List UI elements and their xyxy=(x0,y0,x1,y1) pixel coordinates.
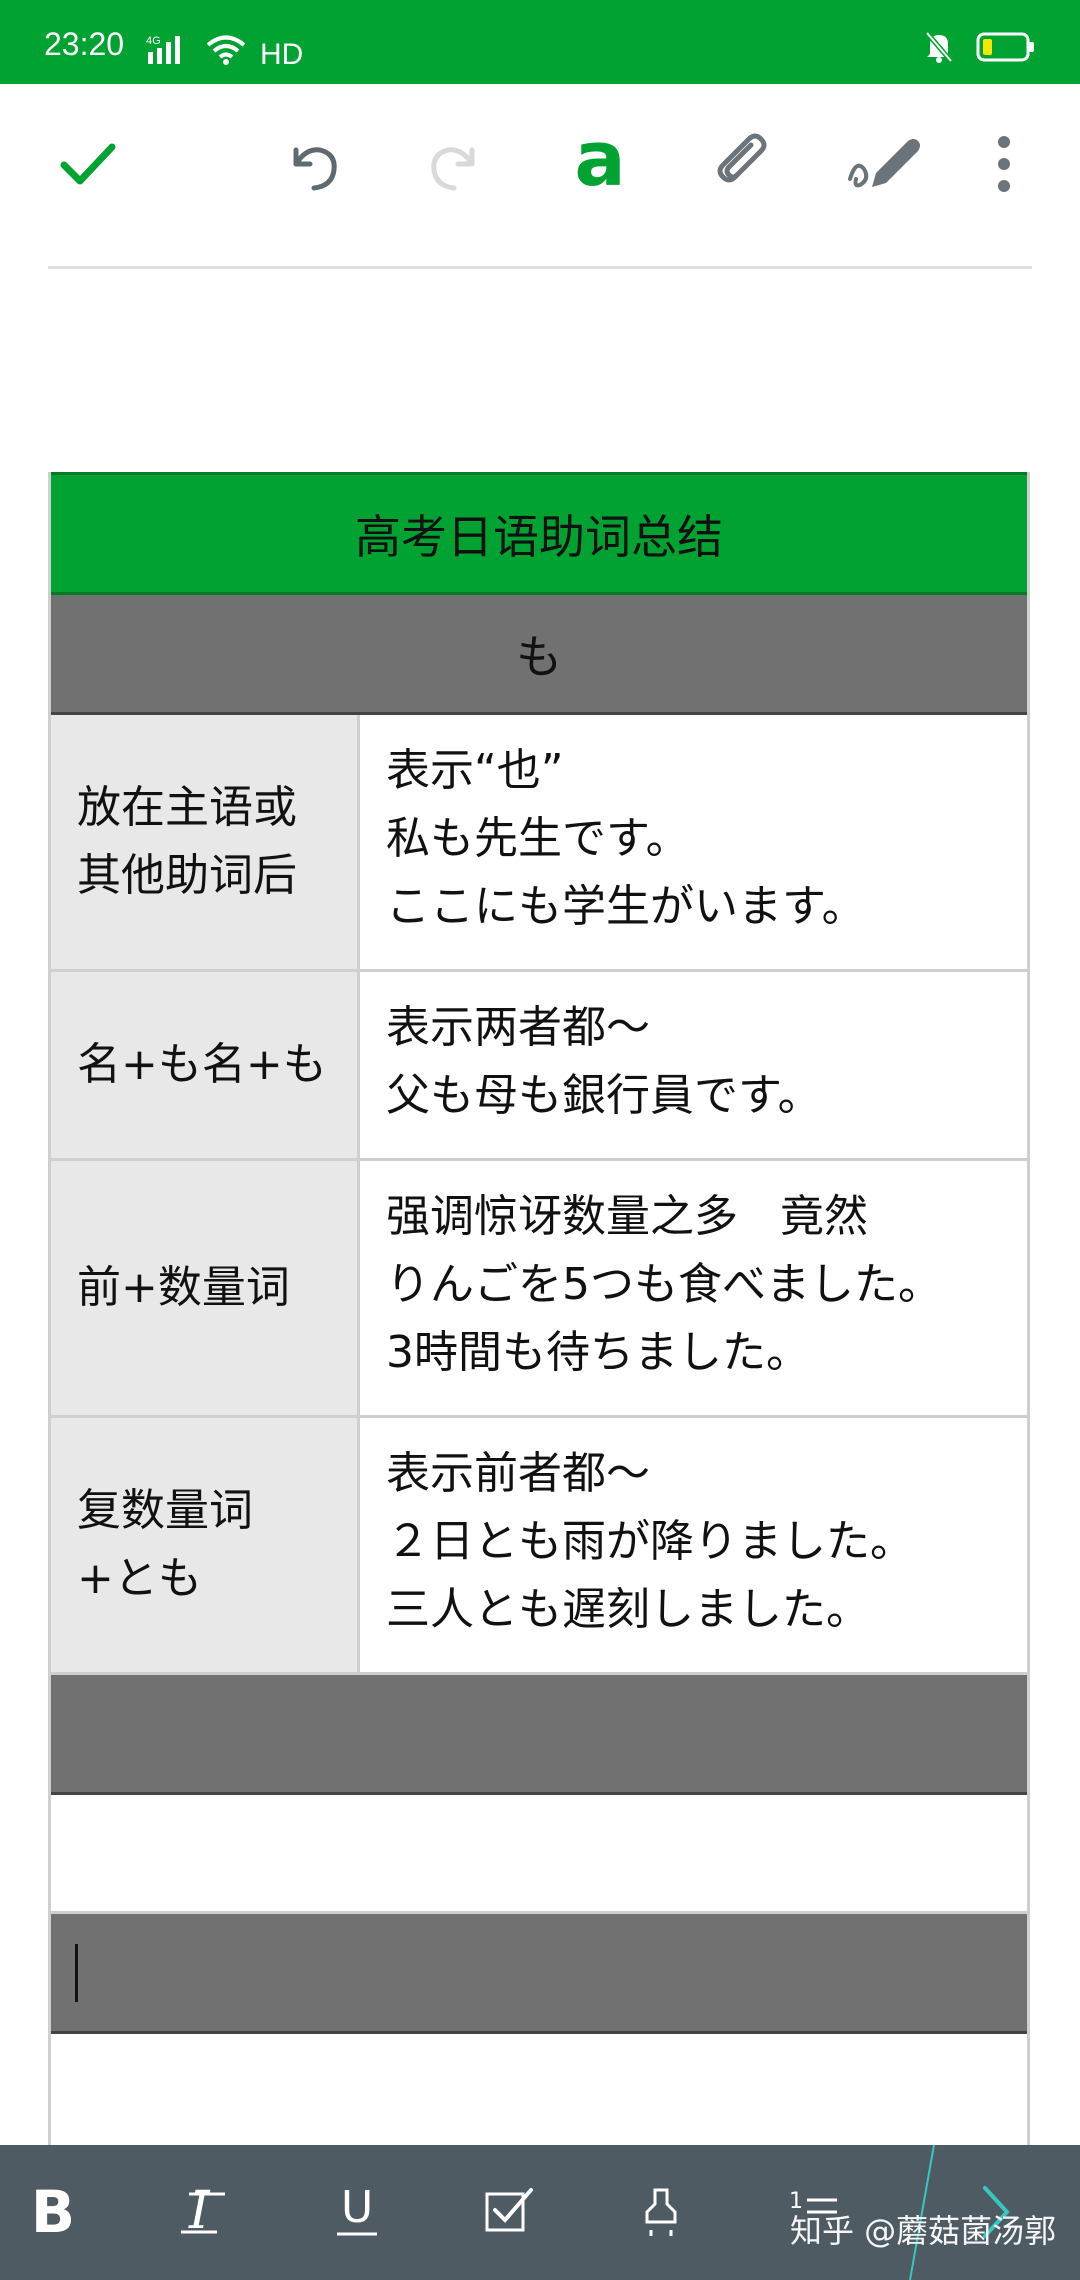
row-content-line: 父も母も銀行員です。 xyxy=(386,1070,822,1121)
status-time: 23:20 xyxy=(44,26,125,62)
table-row[interactable]: 复数量词 +とも 表示前者都～ ２日とも雨が降りました。 三人とも遅刻しました。 xyxy=(51,1418,1027,1675)
check-icon xyxy=(60,143,116,185)
bell-off-icon xyxy=(924,30,954,68)
row-label-cell[interactable]: 名+も名+も xyxy=(51,972,360,1158)
checklist-button[interactable] xyxy=(464,2167,554,2257)
row-content-line: 3時間も待ちました。 xyxy=(386,1327,810,1378)
pen-icon xyxy=(848,139,920,188)
highlighter-icon xyxy=(645,2188,677,2236)
font-format-icon: a xyxy=(574,114,626,203)
svg-text:U: U xyxy=(341,2182,373,2233)
done-button[interactable] xyxy=(48,124,128,204)
row-label-line: 放在主语或 xyxy=(77,782,297,833)
table-row[interactable]: 名+も名+も 表示两者都～ 父も母も銀行員です。 xyxy=(51,972,1027,1161)
row-content-line: 表示两者都～ xyxy=(386,1002,650,1053)
row-content-cell[interactable]: 表示两者都～ 父も母も銀行員です。 xyxy=(360,972,1027,1158)
row-content-line: りんごを5つも食べました。 xyxy=(386,1259,942,1310)
bold-icon: B xyxy=(30,2178,76,2246)
wifi-icon xyxy=(206,34,246,70)
underline-icon: U xyxy=(337,2182,377,2236)
battery-icon xyxy=(976,31,1036,67)
undo-icon xyxy=(293,147,337,191)
row-label-line: 复数量词 xyxy=(77,1485,253,1536)
handwriting-button[interactable] xyxy=(846,124,926,204)
row-content-line: 表示前者都～ xyxy=(386,1448,650,1499)
table-row[interactable]: 放在主语或 其他助词后 表示“也” 私も先生です。 ここにも学生がいます。 xyxy=(51,715,1027,972)
row-label-line: 名+も名+も xyxy=(77,1039,327,1090)
table-title[interactable]: 高考日语助词总结 xyxy=(51,472,1027,595)
undo-button[interactable] xyxy=(272,124,352,204)
row-content-line: 表示“也” xyxy=(386,745,564,796)
empty-header-row[interactable] xyxy=(51,1675,1027,1795)
italic-icon: I xyxy=(181,2182,225,2241)
hd-label: HD xyxy=(260,38,304,71)
status-bar: 23:20 4G HD xyxy=(0,0,1080,84)
row-content-line: ２日とも雨が降りました。 xyxy=(386,1516,914,1567)
active-header-row[interactable] xyxy=(51,1914,1027,2034)
toolbar-divider xyxy=(48,266,1032,269)
paperclip-icon xyxy=(717,133,767,183)
text-format-button[interactable]: a xyxy=(560,114,640,204)
checkbox-icon xyxy=(485,2188,533,2232)
italic-button[interactable]: I xyxy=(160,2167,250,2257)
status-indicators: 4G HD xyxy=(146,34,303,70)
bold-button[interactable]: B xyxy=(8,2167,98,2257)
row-label-line: 其他助词后 xyxy=(77,850,297,901)
row-content-line: 私も先生です。 xyxy=(386,813,690,864)
more-options-button[interactable] xyxy=(974,124,1034,204)
row-content-cell[interactable]: 表示“也” 私も先生です。 ここにも学生がいます。 xyxy=(360,715,1027,969)
row-label-line: +とも xyxy=(77,1553,202,1604)
row-content-line: 强调惊讶数量之多 竟然 xyxy=(386,1191,868,1242)
attach-button[interactable] xyxy=(702,124,782,204)
text-cursor xyxy=(75,1944,78,2002)
underline-button[interactable]: U xyxy=(312,2167,402,2257)
row-label-line: 前+数量词 xyxy=(77,1262,290,1313)
more-vertical-icon xyxy=(998,136,1010,192)
redo-button[interactable] xyxy=(416,124,496,204)
signal-icon: 4G xyxy=(146,34,194,70)
row-content-cell[interactable]: 强调惊讶数量之多 竟然 りんごを5つも食べました。 3時間も待ちました。 xyxy=(360,1161,1027,1415)
row-label-cell[interactable]: 复数量词 +とも xyxy=(51,1418,360,1672)
highlight-button[interactable] xyxy=(616,2167,706,2257)
row-label-cell[interactable]: 放在主语或 其他助词后 xyxy=(51,715,360,969)
table-subtitle[interactable]: も xyxy=(51,595,1027,715)
network-type: 4G xyxy=(146,35,161,47)
row-content-line: 三人とも遅刻しました。 xyxy=(386,1584,870,1635)
table-row[interactable]: 前+数量词 强调惊讶数量之多 竟然 りんごを5つも食べました。 3時間も待ちまし… xyxy=(51,1161,1027,1418)
row-content-line: ここにも学生がいます。 xyxy=(386,881,866,932)
row-label-cell[interactable]: 前+数量词 xyxy=(51,1161,360,1415)
empty-content-row[interactable] xyxy=(51,1795,1027,1914)
note-table[interactable]: 高考日语助词总结 も 放在主语或 其他助词后 表示“也” 私も先生です。 ここに… xyxy=(48,472,1030,2164)
redo-icon xyxy=(431,147,475,191)
watermark-text: 知乎 @蘑菇菌汤郭 xyxy=(790,2212,1057,2250)
editor-toolbar: a xyxy=(0,84,1080,254)
row-content-cell[interactable]: 表示前者都～ ２日とも雨が降りました。 三人とも遅刻しました。 xyxy=(360,1418,1027,1672)
status-right xyxy=(924,30,1036,68)
